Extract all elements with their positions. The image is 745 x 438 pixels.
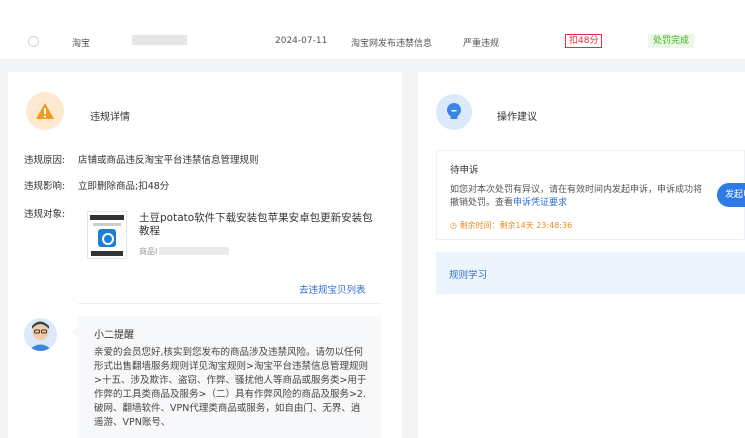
start-appeal-button[interactable]: 发起申诉 <box>717 183 745 207</box>
remaining-time-text: 剩余时间：剩余14天 23:48:36 <box>459 221 573 230</box>
platform-cell: 淘宝 <box>72 39 91 49</box>
redacted-shop-name <box>132 35 187 45</box>
impact-label: 违规影响: <box>24 181 66 192</box>
appeal-title: 待申诉 <box>450 165 479 176</box>
rule-study-card[interactable]: 规则学习 <box>436 252 745 294</box>
violation-type-cell: 淘宝网发布违禁信息 <box>351 39 433 49</box>
row-radio[interactable] <box>28 36 39 47</box>
remaining-time: ◷ 剩余时间：剩余14天 23:48:36 <box>450 220 572 231</box>
avatar <box>24 318 57 351</box>
severity-cell: 严重违规 <box>463 39 500 49</box>
operation-advice-title: 操作建议 <box>497 112 537 123</box>
appeal-card: 待申诉 如您对本次处罚有异议，请在有效时间内发起申诉，申诉成功将撤销处罚。查看申… <box>436 150 745 240</box>
impact-value: 立即删除商品;扣48分 <box>78 181 170 192</box>
rule-study-label[interactable]: 规则学习 <box>449 267 487 281</box>
product-id-label: 商品I <box>139 247 158 256</box>
clock-icon: ◷ <box>450 221 460 230</box>
appeal-requirements-link[interactable]: 申诉凭证要求 <box>513 198 567 208</box>
redacted-product-id <box>159 247 229 255</box>
reminder-title: 小二提醒 <box>94 330 134 341</box>
product-title[interactable]: 土豆potato软件下载安装包苹果安卓包更新安装包教程 <box>139 212 379 238</box>
reason-value: 店铺或商品违反淘宝平台违禁信息管理规则 <box>78 155 259 166</box>
object-label: 违规对象: <box>24 209 66 220</box>
status-badge: 处罚完成 <box>648 34 695 48</box>
app-logo-icon <box>98 229 116 247</box>
product-thumbnail <box>87 211 127 259</box>
reminder-bubble: 小二提醒 亲爱的会员您好,核实到您发布的商品涉及违禁风险。请勿以任何形式出售翻墙… <box>72 316 381 438</box>
warning-icon <box>26 92 64 130</box>
appeal-description: 如您对本次处罚有异议，请在有效时间内发起申诉，申诉成功将撤销处罚。查看申诉凭证要… <box>450 184 705 210</box>
violation-record-row: 淘宝 2024-07-11 淘宝网发布违禁信息 严重违规 扣48分 处罚完成 <box>0 0 745 60</box>
violation-list-link[interactable]: 去违规宝贝列表 <box>299 282 366 296</box>
reminder-body: 亲爱的会员您好,核实到您发布的商品涉及违禁风险。请勿以任何形式出售翻墙服务规则详… <box>94 347 368 428</box>
deduction-badge: 扣48分 <box>565 34 603 48</box>
date-cell: 2024-07-11 <box>275 36 328 46</box>
lightbulb-icon <box>436 94 472 130</box>
appeal-desc-text: 如您对本次处罚有异议，请在有效时间内发起申诉，申诉成功将撤销处罚。查看 <box>450 185 703 208</box>
reason-label: 违规原因: <box>24 155 66 166</box>
violation-detail-title: 违规详情 <box>90 112 130 123</box>
